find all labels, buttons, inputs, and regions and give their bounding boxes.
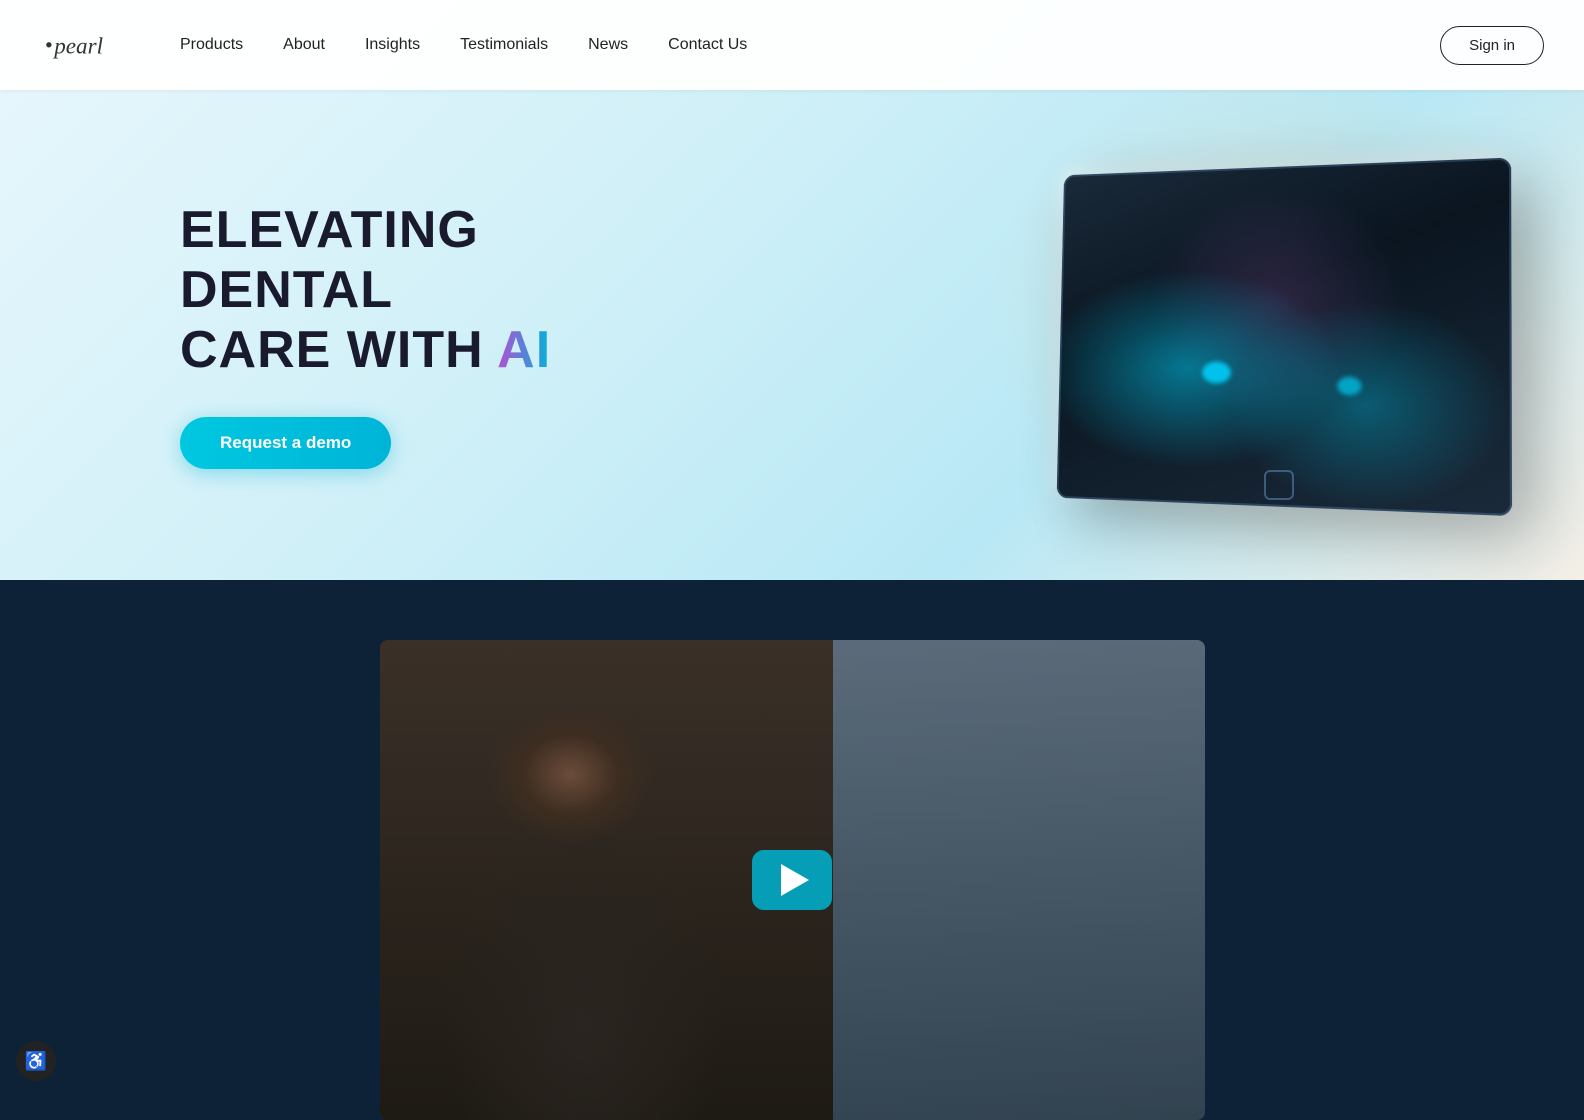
request-demo-button[interactable]: Request a demo — [180, 417, 391, 469]
video-play-button[interactable] — [752, 850, 832, 910]
hero-content: ELEVATING DENTAL CARE WITH AI Request a … — [0, 141, 1584, 528]
hero-headline-ai: AI — [497, 321, 551, 379]
nav-contact[interactable]: Contact Us — [668, 36, 747, 54]
nav-news[interactable]: News — [588, 36, 628, 54]
video-wrapper — [380, 640, 1205, 1120]
signin-button[interactable]: Sign in — [1440, 26, 1544, 65]
nav-products[interactable]: Products — [180, 36, 243, 54]
accessibility-button[interactable]: ♿ — [16, 1041, 56, 1081]
hero-headline-2: CARE WITH — [180, 321, 497, 379]
nav-links: Products About Insights Testimonials New… — [180, 36, 1440, 54]
svg-text:pearl: pearl — [52, 32, 103, 58]
hero-headline-1: ELEVATING DENTAL — [180, 201, 479, 319]
nav-testimonials[interactable]: Testimonials — [460, 36, 548, 54]
hero-title: ELEVATING DENTAL CARE WITH AI — [180, 201, 580, 380]
brand-logo[interactable]: pearl — [40, 13, 120, 78]
nav-about[interactable]: About — [283, 36, 325, 54]
video-bg-right — [792, 640, 1205, 1120]
nav-insights[interactable]: Insights — [365, 36, 420, 54]
xray-icon — [1264, 470, 1294, 500]
navbar: pearl Products About Insights Testimonia… — [0, 0, 1584, 90]
video-section — [0, 580, 1584, 1120]
